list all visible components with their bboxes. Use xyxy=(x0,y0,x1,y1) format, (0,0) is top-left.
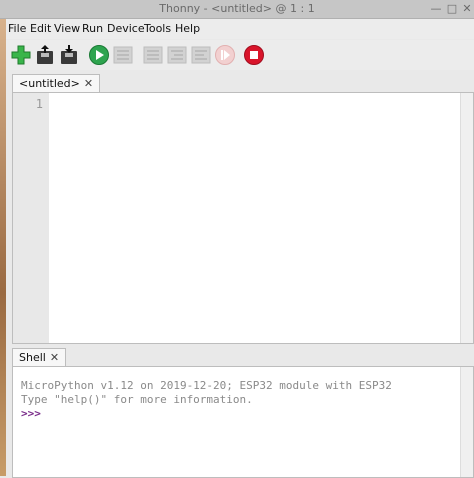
line-number-gutter: 1 xyxy=(13,93,49,343)
shell-console[interactable]: MicroPython v1.12 on 2019-12-20; ESP32 m… xyxy=(12,366,474,478)
step-out-icon xyxy=(190,44,212,66)
run-icon[interactable] xyxy=(88,44,110,66)
menu-help[interactable]: Help xyxy=(175,22,200,35)
menu-edit[interactable]: Edit xyxy=(30,22,51,35)
step-over-icon xyxy=(142,44,164,66)
save-file-icon[interactable] xyxy=(58,44,80,66)
maximize-icon[interactable]: □ xyxy=(446,3,458,15)
new-file-icon[interactable] xyxy=(10,44,32,66)
menu-tools[interactable]: Tools xyxy=(144,22,171,35)
toolbar xyxy=(6,40,474,70)
open-file-icon[interactable] xyxy=(34,44,56,66)
shell-pane: Shell ✕ MicroPython v1.12 on 2019-12-20; … xyxy=(6,346,474,478)
debug-icon xyxy=(112,44,134,66)
line-number: 1 xyxy=(35,97,43,111)
shell-tab-label: Shell xyxy=(19,351,46,364)
title-bar: Thonny - <untitled> @ 1 : 1 — □ ✕ xyxy=(0,0,474,19)
shell-prompt: >>> xyxy=(21,407,41,420)
editor-scrollbar[interactable] xyxy=(460,93,473,343)
menu-run[interactable]: Run xyxy=(82,22,103,35)
shell-scrollbar[interactable] xyxy=(460,367,473,477)
minimize-icon[interactable]: — xyxy=(430,3,442,15)
step-into-icon xyxy=(166,44,188,66)
shell-help-line: Type "help()" for more information. xyxy=(21,393,253,406)
window-title: Thonny - <untitled> @ 1 : 1 xyxy=(159,2,315,15)
tab-close-icon[interactable]: ✕ xyxy=(84,77,93,90)
menu-bar: File Edit View Run Device Tools Help xyxy=(6,19,474,39)
shell-banner-line: MicroPython v1.12 on 2019-12-20; ESP32 m… xyxy=(21,379,392,392)
editor-pane: <untitled> ✕ 1 xyxy=(6,72,474,344)
menu-file[interactable]: File xyxy=(8,22,26,35)
menu-view[interactable]: View xyxy=(54,22,80,35)
code-editor[interactable]: 1 xyxy=(12,92,474,344)
close-icon[interactable]: ✕ xyxy=(461,3,473,15)
menu-device[interactable]: Device xyxy=(107,22,145,35)
stop-icon[interactable] xyxy=(243,44,265,66)
tab-label: <untitled> xyxy=(19,77,80,90)
tab-shell[interactable]: Shell ✕ xyxy=(12,348,67,367)
shell-tab-close-icon[interactable]: ✕ xyxy=(50,351,59,364)
resume-icon xyxy=(214,44,236,66)
tab-untitled[interactable]: <untitled> ✕ xyxy=(12,74,101,93)
